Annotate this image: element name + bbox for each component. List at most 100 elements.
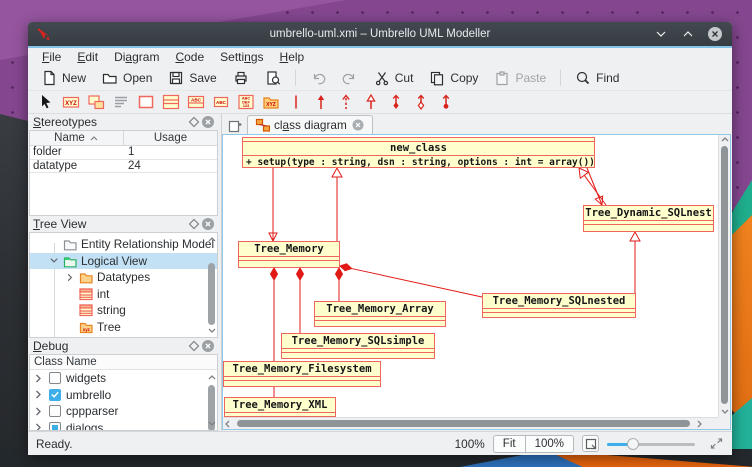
stereotypes-dock-header[interactable]: Stereotypes: [29, 114, 218, 130]
expander-icon[interactable]: [33, 422, 44, 431]
association-icon[interactable]: [286, 93, 306, 112]
expander-icon[interactable]: [49, 255, 59, 266]
print-button[interactable]: [226, 68, 256, 88]
slider-handle[interactable]: [627, 438, 639, 450]
debug-item-dialogs[interactable]: dialogs: [30, 420, 217, 432]
float-dock-icon[interactable]: [187, 217, 201, 231]
new-file-icon: [41, 70, 57, 86]
class-icon[interactable]: [161, 93, 181, 112]
zoom-reset-button[interactable]: [582, 435, 599, 452]
checkbox-checked[interactable]: [49, 389, 61, 401]
column-usage[interactable]: Usage: [124, 131, 217, 145]
anchor-icon[interactable]: [436, 93, 456, 112]
tree-item-int[interactable]: int: [30, 286, 217, 303]
debug-dock-header[interactable]: Debug: [29, 338, 218, 354]
close-dock-icon[interactable]: [201, 339, 215, 353]
scrollbar-thumb[interactable]: [721, 146, 728, 404]
box-icon[interactable]: [136, 93, 156, 112]
tab-class-diagram[interactable]: class diagram: [247, 115, 373, 134]
expander-icon[interactable]: [33, 406, 44, 417]
close-button[interactable]: [707, 26, 723, 42]
composition-icon[interactable]: [386, 93, 406, 112]
class-box-Tree_Memory[interactable]: Tree_Memory: [238, 241, 340, 268]
float-dock-icon[interactable]: [187, 115, 201, 129]
print-preview-button[interactable]: [258, 68, 288, 88]
aggregation-icon[interactable]: [411, 93, 431, 112]
close-dock-icon[interactable]: [201, 217, 215, 231]
debug-item-widgets[interactable]: widgets: [30, 370, 217, 387]
new-tab-button[interactable]: [225, 117, 245, 134]
checkbox-unchecked[interactable]: [49, 405, 61, 417]
expand-window-icon[interactable]: [709, 436, 724, 451]
zoom-slider[interactable]: [607, 437, 695, 451]
debug-item-umbrello[interactable]: umbrello: [30, 387, 217, 404]
menu-help[interactable]: Help: [272, 49, 313, 65]
class-box-Tree_Memory_Filesystem[interactable]: Tree_Memory_Filesystem: [223, 361, 381, 387]
generalization-icon[interactable]: [361, 93, 381, 112]
canvas-vertical-scrollbar[interactable]: [718, 135, 730, 417]
stereotype-row[interactable]: folder1: [30, 146, 217, 160]
tree-item-logical-view[interactable]: Logical View: [30, 253, 217, 270]
Save-button[interactable]: Save: [161, 68, 223, 88]
dependency-icon[interactable]: [336, 93, 356, 112]
diagram-canvas[interactable]: new_class+ setup(type : string, dsn : st…: [223, 135, 718, 417]
minimize-button[interactable]: [653, 26, 669, 42]
titlebar[interactable]: umbrello-uml.xmi – Umbrello UML Modeller: [28, 22, 732, 46]
scrollbar-thumb[interactable]: [237, 420, 690, 427]
stereotypes-table-header[interactable]: Name Usage: [30, 131, 217, 146]
menu-edit[interactable]: Edit: [69, 49, 106, 65]
class-box-Tree_Dynamic_SQLnest[interactable]: Tree_Dynamic_SQLnest: [583, 205, 714, 232]
note-icon[interactable]: [111, 93, 131, 112]
menu-file[interactable]: File: [34, 49, 69, 65]
stereotype-row[interactable]: datatype24: [30, 160, 217, 174]
zoom-100-button[interactable]: 100%: [525, 435, 574, 453]
debug-scrollbar[interactable]: [207, 373, 216, 428]
menu-diagram[interactable]: Diagram: [106, 49, 167, 65]
column-name[interactable]: Name: [30, 131, 124, 145]
tree-item-string[interactable]: string: [30, 302, 217, 319]
Paste-button[interactable]: Paste: [487, 68, 553, 88]
class-box-Tree_Memory_XML[interactable]: Tree_Memory_XML: [224, 397, 336, 417]
datatype-icon[interactable]: ABC: [211, 93, 231, 112]
select-cursor-icon[interactable]: [36, 93, 56, 112]
close-tab-icon[interactable]: [351, 118, 365, 132]
class-box-Tree_Memory_Array[interactable]: Tree_Memory_Array: [314, 301, 446, 327]
undo-button[interactable]: [303, 68, 333, 88]
Find-button[interactable]: Find: [568, 68, 626, 88]
debug-item-cppparser[interactable]: cppparser: [30, 403, 217, 420]
fit-button[interactable]: Fit: [493, 435, 525, 453]
close-dock-icon[interactable]: [201, 115, 215, 129]
New-button[interactable]: New: [34, 68, 93, 88]
expander-icon[interactable]: [65, 272, 75, 283]
package-icon[interactable]: XYZ: [261, 93, 281, 112]
float-dock-icon[interactable]: [187, 339, 201, 353]
enum-icon[interactable]: ABCDEF123: [236, 93, 256, 112]
expander-icon[interactable]: [33, 373, 44, 384]
redo-button[interactable]: [335, 68, 365, 88]
menu-settings[interactable]: Settings: [212, 49, 271, 65]
checkbox-unchecked[interactable]: [49, 372, 61, 384]
Open-button[interactable]: Open: [95, 68, 159, 88]
tree-item-entity-relationship-model[interactable]: Entity Relationship Model: [30, 236, 217, 253]
tree-scrollbar[interactable]: [207, 235, 216, 335]
maximize-button[interactable]: [680, 26, 696, 42]
uni-association-icon[interactable]: [311, 93, 331, 112]
scrollbar-thumb[interactable]: [208, 263, 215, 325]
class-box-new_class[interactable]: new_class+ setup(type : string, dsn : st…: [242, 137, 595, 168]
tree-item-datatypes[interactable]: Datatypes: [30, 269, 217, 286]
Cut-button[interactable]: Cut: [367, 68, 421, 88]
menu-code[interactable]: Code: [167, 49, 212, 65]
interface-icon[interactable]: ABC: [186, 93, 206, 112]
subsystem-icon[interactable]: [86, 93, 106, 112]
tree-item-tree[interactable]: xyzTree: [30, 319, 217, 336]
stereotypes-table[interactable]: Name Usage folder1datatype24: [29, 130, 218, 216]
class-box-Tree_Memory_SQLsimple[interactable]: Tree_Memory_SQLsimple: [281, 333, 435, 359]
checkbox-partial[interactable]: [49, 422, 61, 431]
expander-icon[interactable]: [33, 389, 44, 400]
Copy-button[interactable]: Copy: [422, 68, 485, 88]
debug-column-header[interactable]: Class Name: [30, 355, 217, 370]
class-box-Tree_Memory_SQLnested[interactable]: Tree_Memory_SQLnested: [482, 293, 636, 318]
tree-view-dock-header[interactable]: Tree View: [29, 216, 218, 232]
text-box-icon[interactable]: XYZ: [61, 93, 81, 112]
canvas-horizontal-scrollbar[interactable]: [223, 417, 718, 429]
